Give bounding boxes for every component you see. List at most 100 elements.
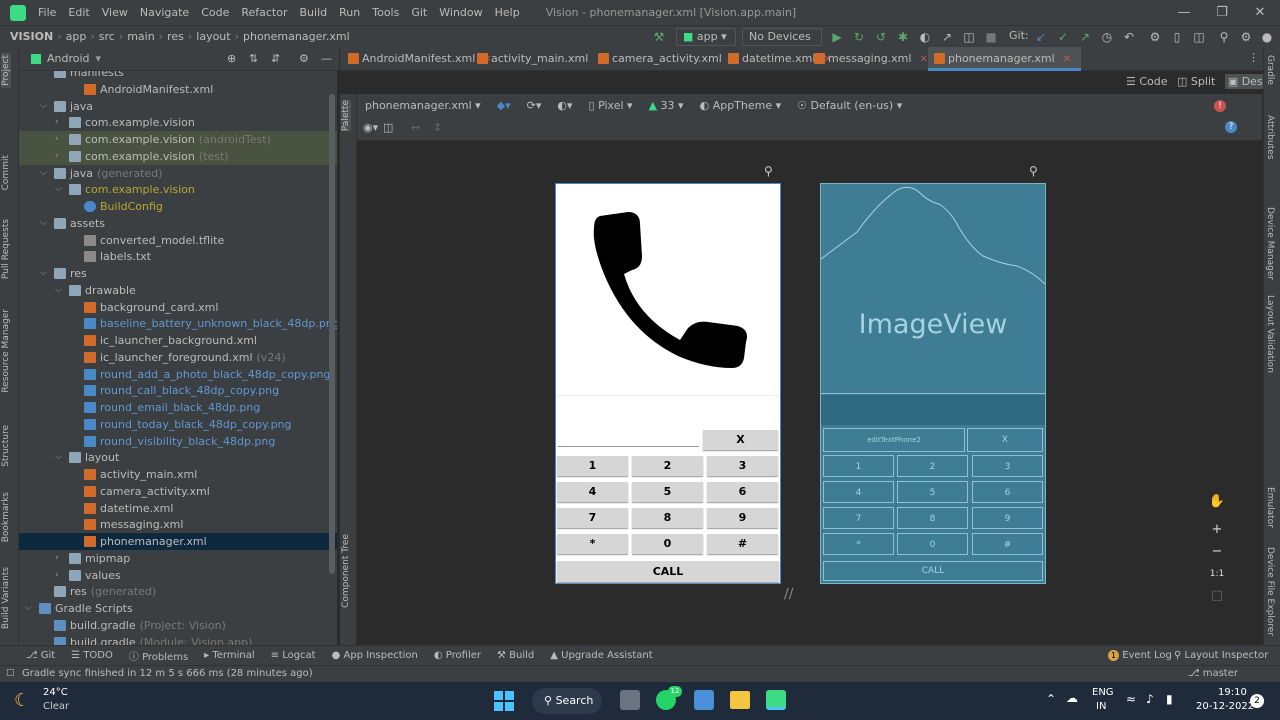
notification-badge[interactable]: 2 bbox=[1250, 694, 1264, 708]
chevron-right-icon[interactable]: › bbox=[55, 148, 65, 165]
project-tool-button[interactable]: Project bbox=[1, 53, 11, 88]
tree-item[interactable]: build.gradle (Module: Vision.app) bbox=[19, 634, 337, 645]
emulator-tool-button[interactable]: Emulator bbox=[1265, 487, 1275, 528]
run-config-dropdown[interactable]: ■ app ▾ bbox=[676, 28, 736, 46]
chevron-down-icon[interactable]: ⌵ bbox=[55, 181, 65, 198]
menu-view[interactable]: View bbox=[96, 6, 134, 19]
structure-tool-button[interactable]: Structure bbox=[1, 425, 11, 467]
resource-manager-tool-button[interactable]: Resource Manager bbox=[1, 309, 11, 393]
close-tab-icon[interactable]: ✕ bbox=[1063, 54, 1071, 65]
clock-date[interactable]: 20-12-2022 bbox=[1196, 701, 1254, 712]
wifi-icon[interactable]: ≈ bbox=[1126, 692, 1136, 706]
apply-changes-icon[interactable]: ↻ bbox=[851, 29, 867, 45]
tree-item[interactable]: BuildConfig bbox=[19, 198, 337, 215]
weather-condition[interactable]: Clear bbox=[43, 701, 69, 712]
git-branch[interactable]: ⎇ master bbox=[1188, 668, 1238, 679]
chevron-down-icon[interactable]: ▾ bbox=[96, 52, 102, 65]
eye-icon[interactable]: ◉▾ bbox=[363, 121, 378, 134]
rollback-icon[interactable]: ↶ bbox=[1121, 29, 1137, 45]
design-surface-icon[interactable]: ◆▾ bbox=[489, 99, 519, 112]
tree-item[interactable]: baseline_battery_unknown_black_48dp.png bbox=[19, 315, 337, 332]
tab-camera-activity[interactable]: camera_activity.xml✕ bbox=[592, 47, 738, 71]
theme-dropdown[interactable]: ◐ AppTheme ▾ bbox=[692, 99, 790, 112]
blueprint-key-button[interactable]: 8 bbox=[897, 507, 968, 529]
git-tool-button[interactable]: ⎇ Git bbox=[18, 650, 63, 661]
blueprint-key-button[interactable]: 9 bbox=[972, 507, 1043, 529]
chevron-down-icon[interactable]: ⌵ bbox=[40, 265, 50, 282]
taskbar-search[interactable]: ⚲ Search bbox=[532, 688, 602, 714]
close-window-icon[interactable]: ✕ bbox=[1240, 0, 1280, 25]
horizontal-constraint-icon[interactable]: ↔ bbox=[411, 121, 420, 134]
bookmarks-tool-button[interactable]: Bookmarks bbox=[1, 492, 11, 542]
chevron-right-icon[interactable]: › bbox=[55, 567, 65, 584]
profile-icon[interactable]: ◐ bbox=[917, 29, 933, 45]
collapse-all-icon[interactable]: ⇵ bbox=[271, 52, 280, 65]
chevron-down-icon[interactable]: ⌵ bbox=[40, 98, 50, 115]
device-file-explorer-tool-button[interactable]: Device File Explorer bbox=[1265, 547, 1275, 636]
logcat-tool-button[interactable]: ≡ Logcat bbox=[263, 650, 324, 661]
tree-item[interactable]: labels.txt bbox=[19, 248, 337, 265]
device-dropdown-design[interactable]: ▯ Pixel ▾ bbox=[581, 99, 641, 112]
device-dropdown[interactable]: No Devices ▾ bbox=[742, 28, 822, 59]
phone-design-preview[interactable]: X 1 2 3 4 5 6 7 8 9 * 0 # CALL bbox=[555, 183, 781, 584]
resize-handle-icon[interactable]: ∕∕ bbox=[784, 586, 793, 602]
blueprint-imageview[interactable] bbox=[821, 184, 1045, 394]
tree-item[interactable]: ⌵ Gradle Scripts bbox=[19, 600, 337, 617]
tree-item[interactable]: ⌵ res bbox=[19, 265, 337, 282]
attributes-tool-button[interactable]: Attributes bbox=[1265, 115, 1275, 159]
tab-messaging[interactable]: messaging.xml ✕ bbox=[808, 47, 928, 71]
tree-item[interactable]: › com.example.vision bbox=[19, 114, 337, 131]
git-history-icon[interactable]: ◷ bbox=[1099, 29, 1115, 45]
key-button[interactable]: 3 bbox=[707, 456, 778, 476]
tree-item[interactable]: ⌵ java (generated) bbox=[19, 165, 337, 182]
help-icon[interactable]: ? bbox=[1225, 121, 1237, 133]
chevron-down-icon[interactable]: ⌵ bbox=[55, 449, 65, 466]
menu-git[interactable]: Git bbox=[405, 6, 433, 19]
chevron-down-icon[interactable]: ⌵ bbox=[40, 165, 50, 182]
menu-code[interactable]: Code bbox=[195, 6, 235, 19]
breadcrumb-layout[interactable]: layout bbox=[192, 30, 234, 43]
chevron-right-icon[interactable]: › bbox=[55, 131, 65, 148]
code-view-button[interactable]: ☰ Code bbox=[1126, 75, 1168, 88]
menu-help[interactable]: Help bbox=[489, 6, 526, 19]
tree-scrollbar[interactable] bbox=[329, 94, 335, 574]
margins-icon[interactable]: ◫ bbox=[383, 121, 393, 134]
close-tab-icon[interactable]: ✕ bbox=[919, 54, 927, 65]
tree-item[interactable]: ⌵ assets bbox=[19, 215, 337, 232]
chevron-down-icon[interactable]: ⌵ bbox=[25, 600, 35, 617]
build-tool-button[interactable]: ⚒ Build bbox=[489, 650, 542, 661]
build-variants-tool-button[interactable]: Build Variants bbox=[1, 567, 11, 629]
phone-handset-icon[interactable] bbox=[588, 208, 750, 370]
chevron-right-icon[interactable]: › bbox=[55, 550, 65, 567]
file-explorer-icon[interactable] bbox=[730, 691, 750, 709]
blueprint-preview[interactable]: ImageView editTextPhone2 X 1 2 3 4 5 6 7 8 9 * 0 # … bbox=[820, 183, 1046, 584]
git-push-icon[interactable]: ↗ bbox=[1077, 29, 1093, 45]
blueprint-key-button[interactable]: 6 bbox=[972, 481, 1043, 503]
tree-item[interactable]: background_card.xml bbox=[19, 299, 337, 316]
blueprint-key-button[interactable]: * bbox=[823, 533, 894, 555]
photos-icon[interactable] bbox=[694, 690, 714, 710]
terminal-tool-button[interactable]: ▸ Terminal bbox=[196, 650, 262, 661]
clear-button[interactable]: X bbox=[703, 430, 778, 450]
weather-temperature[interactable]: 24°C bbox=[43, 687, 68, 698]
tree-item[interactable]: › mipmap bbox=[19, 550, 337, 567]
vertical-constraint-icon[interactable]: ↕ bbox=[433, 121, 442, 134]
key-button[interactable]: 5 bbox=[632, 482, 703, 502]
blueprint-key-button[interactable]: 7 bbox=[823, 507, 894, 529]
zoom-in-icon[interactable]: + bbox=[1208, 521, 1226, 539]
breadcrumb-src[interactable]: src bbox=[95, 30, 119, 43]
blueprint-clear-button[interactable]: X bbox=[967, 428, 1043, 452]
chevron-right-icon[interactable]: › bbox=[55, 114, 65, 131]
layout-file-dropdown[interactable]: phonemanager.xml ▾ bbox=[357, 99, 489, 112]
hide-panel-icon[interactable]: — bbox=[321, 52, 332, 65]
tree-item[interactable]: ic_launcher_foreground.xml (v24) bbox=[19, 349, 337, 366]
todo-tool-button[interactable]: ☰ TODO bbox=[63, 650, 121, 661]
search-everywhere-icon[interactable]: ⚲ bbox=[1216, 29, 1232, 45]
clock-time[interactable]: 19:10 bbox=[1218, 687, 1247, 698]
language-region[interactable]: IN bbox=[1096, 701, 1106, 712]
tree-item[interactable]: ⌵ java bbox=[19, 98, 337, 115]
key-button[interactable]: 7 bbox=[557, 508, 628, 528]
chevron-down-icon[interactable]: ⌵ bbox=[55, 282, 65, 299]
split-view-button[interactable]: ◫ Split bbox=[1177, 75, 1215, 88]
show-hidden-icons[interactable]: ⌃ bbox=[1046, 692, 1056, 706]
